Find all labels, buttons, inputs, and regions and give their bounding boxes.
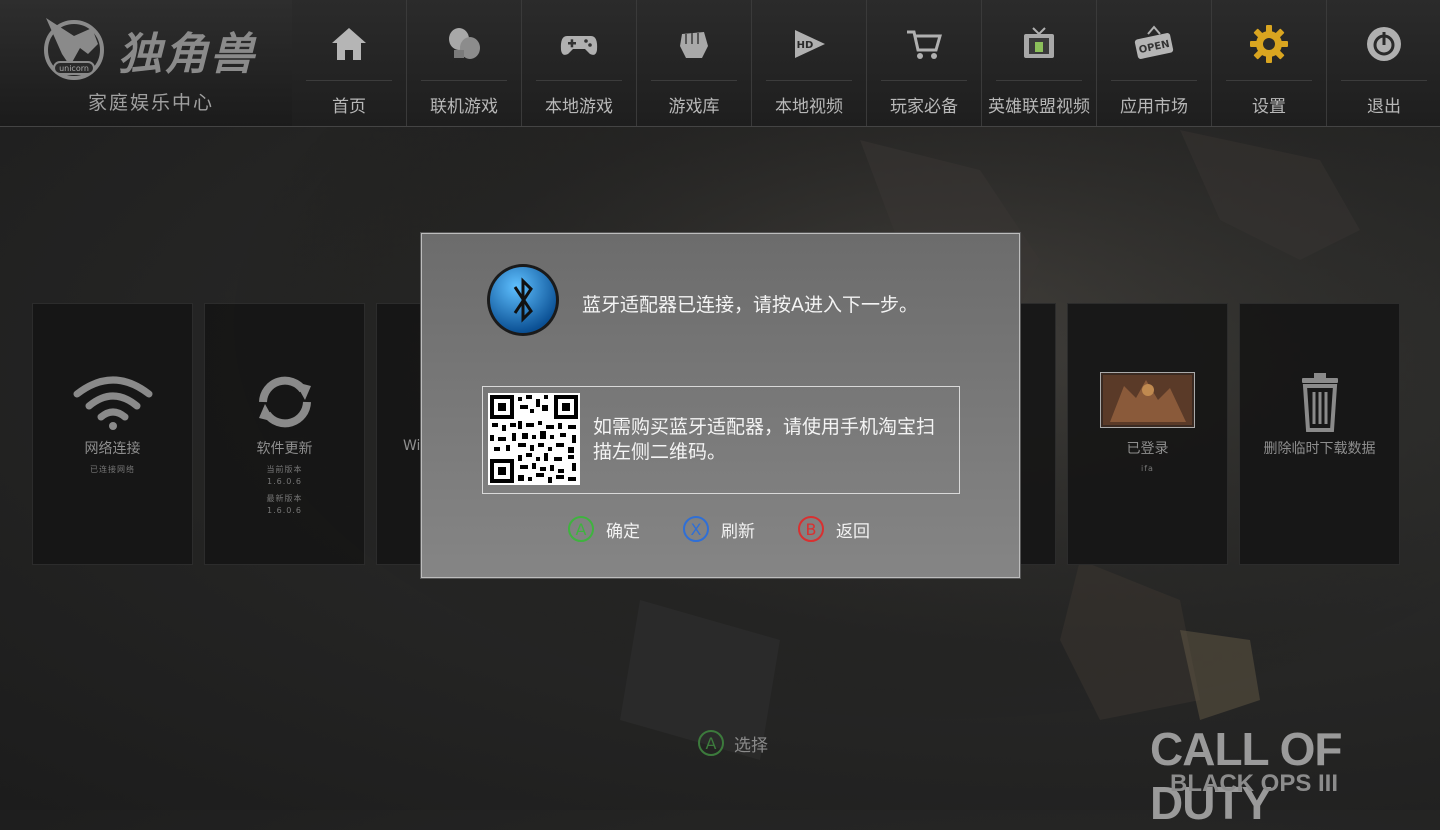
- qr-code-image: [488, 393, 580, 485]
- card-subtitle: 已连接网络: [90, 465, 135, 474]
- account-login-card[interactable]: 已登录 ifa: [1067, 303, 1228, 565]
- refresh-label: 刷新: [721, 521, 755, 542]
- gamepad-icon: [560, 36, 598, 55]
- latest-version-value: 1.6.0.6: [267, 506, 302, 515]
- card-title: 已登录: [1126, 441, 1169, 457]
- gear-icon: [1250, 25, 1288, 63]
- refresh-button[interactable]: X 刷新: [683, 513, 755, 545]
- network-connection-card[interactable]: 网络连接 已连接网络: [32, 303, 193, 565]
- home-icon: [332, 28, 366, 60]
- nav-label: 本地游戏: [545, 97, 613, 117]
- hd-video-icon: HD: [795, 30, 825, 58]
- back-label: 返回: [836, 521, 870, 542]
- tv-icon: [1024, 27, 1054, 58]
- nav-item-online-games[interactable]: 联机游戏: [407, 0, 522, 126]
- card-title: 网络连接: [84, 441, 141, 457]
- nav-label: 设置: [1252, 97, 1286, 117]
- svg-text:HD: HD: [797, 40, 814, 51]
- nav-item-home[interactable]: 首页: [292, 0, 407, 126]
- game-logo-line2: BLACK OPS III: [1170, 770, 1339, 797]
- a-button-icon: A: [698, 730, 724, 756]
- nav-label: 本地视频: [775, 97, 843, 117]
- select-hint-label: 选择: [734, 735, 768, 756]
- delete-temp-data-card[interactable]: 删除临时下载数据: [1239, 303, 1400, 565]
- open-sign-icon: OPEN: [1134, 25, 1174, 59]
- nav-label: 应用市场: [1120, 97, 1188, 117]
- top-navigation-bar: unicorn 独角兽 家庭娱乐中心 首页 联机游戏 本地游戏 游戏库 HD 本…: [0, 0, 1440, 127]
- main-nav: 首页 联机游戏 本地游戏 游戏库 HD 本地视频 玩家必备 英雄联盟视频 OPE…: [292, 0, 1440, 126]
- x-button-icon: X: [683, 516, 709, 542]
- b-button-icon: B: [798, 516, 824, 542]
- card-title: 删除临时下载数据: [1263, 441, 1376, 457]
- nav-label: 退出: [1367, 97, 1401, 117]
- nav-item-game-library[interactable]: 游戏库: [637, 0, 752, 126]
- nav-item-lol-videos[interactable]: 英雄联盟视频: [982, 0, 1097, 126]
- confirm-label: 确定: [606, 521, 640, 542]
- unicorn-logo-icon: unicorn: [44, 18, 104, 80]
- shopping-cart-icon: [907, 30, 942, 59]
- fist-icon: [680, 32, 708, 58]
- current-version-value: 1.6.0.6: [267, 477, 302, 486]
- power-icon: [1367, 27, 1401, 61]
- card-title: 软件更新: [256, 441, 313, 457]
- nav-label: 联机游戏: [430, 97, 498, 117]
- nav-item-local-video[interactable]: HD 本地视频: [752, 0, 867, 126]
- dialog-message: 蓝牙适配器已连接，请按A进入下一步。: [582, 294, 918, 316]
- logo-text: unicorn: [59, 64, 89, 73]
- nav-item-exit[interactable]: 退出: [1327, 0, 1440, 126]
- wifi-icon: [73, 376, 153, 430]
- trash-icon: [1302, 373, 1338, 432]
- nav-label: 游戏库: [668, 97, 720, 117]
- brand-area: unicorn 独角兽 家庭娱乐中心: [0, 0, 293, 126]
- back-button[interactable]: B 返回: [798, 513, 870, 545]
- refresh-icon: [259, 376, 311, 428]
- qr-code-panel: 如需购买蓝牙适配器，请使用手机淘宝扫描左侧二维码。: [482, 386, 960, 494]
- brand-name: 独角兽: [118, 29, 256, 80]
- nav-item-gamer-essentials[interactable]: 玩家必备: [867, 0, 982, 126]
- game-logo: CALL OF DUTY BLACK OPS III: [1150, 722, 1410, 829]
- nav-item-local-games[interactable]: 本地游戏: [522, 0, 637, 126]
- a-button-icon: A: [568, 516, 594, 542]
- qr-instructions: 如需购买蓝牙适配器，请使用手机淘宝扫描左侧二维码。: [593, 416, 936, 463]
- boxing-gloves-icon: [449, 28, 480, 59]
- latest-version-label: 最新版本: [266, 494, 303, 503]
- profile-image-icon: [1100, 372, 1195, 428]
- nav-item-settings[interactable]: 设置: [1212, 0, 1327, 126]
- nav-label: 首页: [332, 97, 366, 117]
- nav-item-app-market[interactable]: OPEN 应用市场: [1097, 0, 1212, 126]
- bluetooth-dialog: 蓝牙适配器已连接，请按A进入下一步。 如需购买蓝牙适配器，请使用手机淘宝扫描左侧…: [421, 233, 1020, 578]
- nav-label: 英雄联盟视频: [988, 97, 1090, 117]
- account-name: ifa: [1141, 464, 1154, 473]
- software-update-card[interactable]: 软件更新 当前版本 1.6.0.6 最新版本 1.6.0.6: [204, 303, 365, 565]
- bluetooth-icon: [487, 264, 559, 336]
- nav-label: 玩家必备: [890, 97, 958, 117]
- select-hint: A 选择: [698, 730, 768, 756]
- brand-subtitle: 家庭娱乐中心: [88, 92, 215, 114]
- confirm-button[interactable]: A 确定: [568, 513, 640, 545]
- current-version-label: 当前版本: [266, 465, 303, 474]
